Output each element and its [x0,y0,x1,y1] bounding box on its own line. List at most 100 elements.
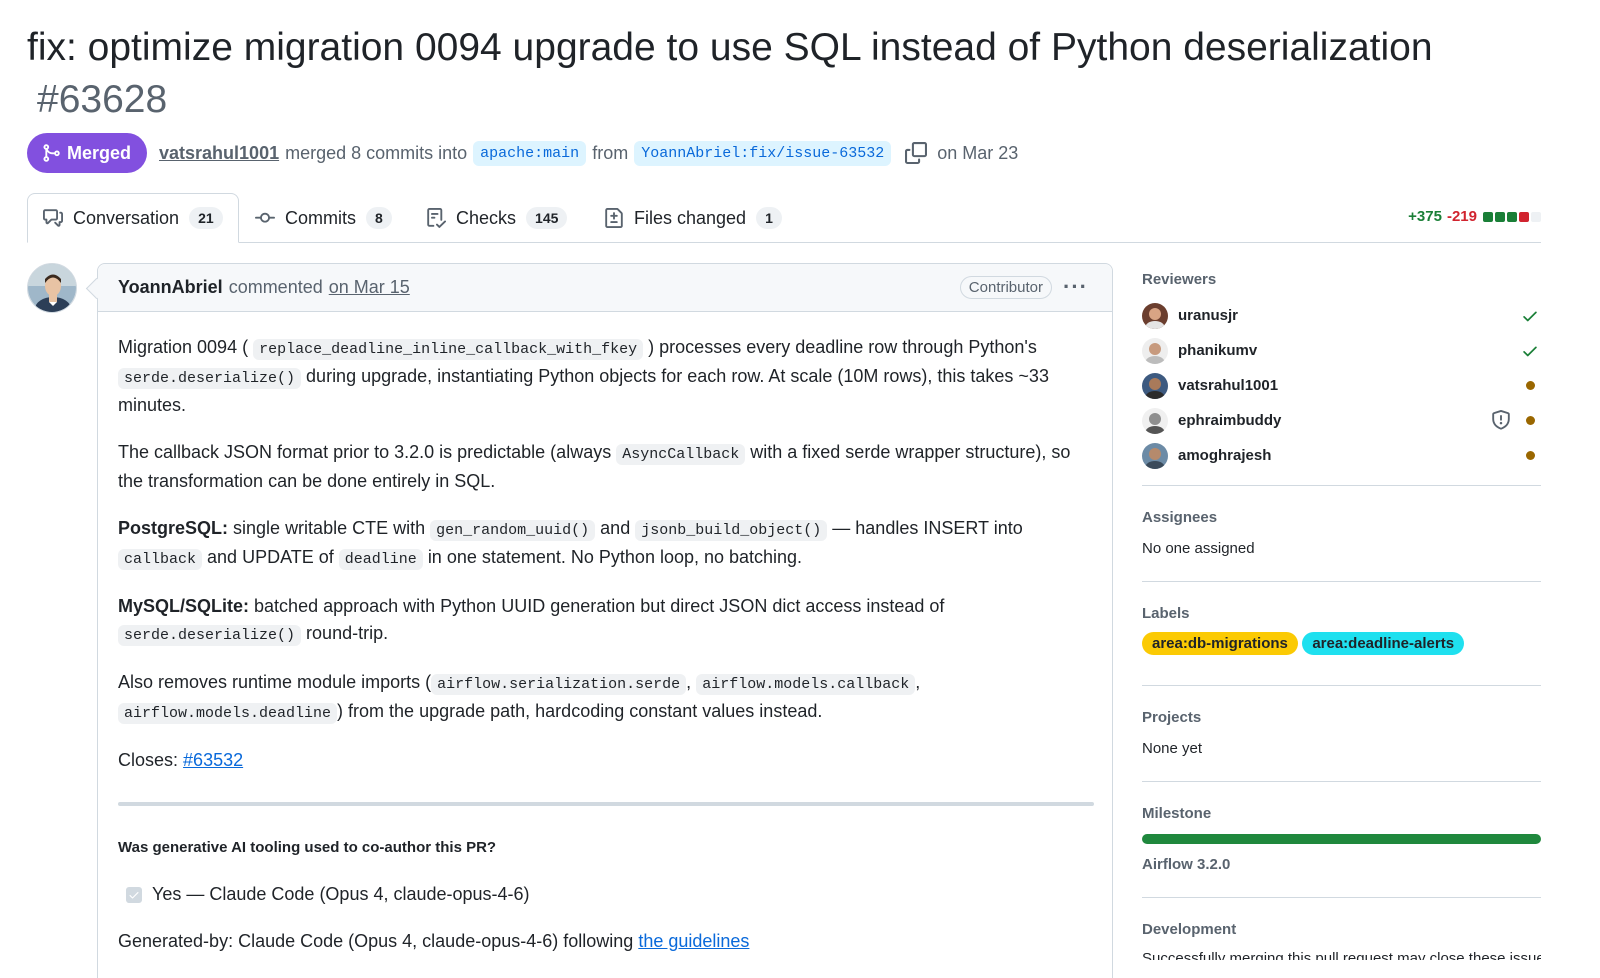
paragraph-migration: Migration 0094 ( replace_deadline_inline… [118,334,1094,419]
check-icon [1523,311,1537,322]
merger-link[interactable]: vatsrahul1001 [159,143,279,164]
reviewer-row[interactable]: phanikumv [1142,333,1541,368]
inline-code: deadline [338,549,423,570]
merged-state-badge: Merged [27,133,148,173]
development-heading[interactable]: Development [1142,921,1541,938]
reviewer-name: ephraimbuddy [1178,412,1282,429]
inline-code: AsyncCallback [616,444,746,465]
comment-header: YoannAbriel commented on Mar 15 Contribu… [98,264,1112,312]
tab-conversation[interactable]: Conversation 21 [27,193,239,243]
more-options-icon[interactable]: ··· [1063,274,1088,300]
milestone-progress-bar [1142,834,1541,844]
text: Generated-by: Claude Code (Opus 4, claud… [118,931,634,951]
base-branch[interactable]: apache:main [473,140,587,166]
text: batched approach with Python UUID genera… [254,596,945,616]
comment-date[interactable]: on Mar 15 [329,277,410,298]
copy-icon[interactable] [905,142,928,164]
diffstat-block-add [1495,211,1505,222]
merged-text: merged 8 commits into [285,142,468,163]
inline-code: airflow.models.deadline [118,703,338,724]
comment-discussion-icon [43,209,63,227]
comment-author-avatar[interactable] [27,263,77,313]
projects-heading[interactable]: Projects [1142,709,1541,726]
diffstat: +375 -219 [1408,208,1541,225]
reviewer-avatar [1142,442,1168,469]
tab-commits[interactable]: Commits 8 [255,193,392,243]
paragraph-postgresql: PostgreSQL: single writable CTE with gen… [118,515,1094,573]
label-db-migrations[interactable]: area:db-migrations [1142,632,1298,655]
pending-review-dot [1526,381,1535,390]
reviewer-row[interactable]: vatsrahul1001 [1142,368,1541,403]
comment-body: Migration 0094 ( replace_deadline_inline… [118,334,1094,975]
text: , [915,672,921,692]
tab-checks[interactable]: Checks 145 [426,193,568,243]
tab-files-changed[interactable]: Files changed 1 [604,193,782,243]
text: in one statement. No Python loop, no bat… [427,547,803,567]
tab-commits-label: Commits [285,207,356,228]
code-owner-shield-icon [1492,410,1510,430]
pr-title: fix: optimize migration 0094 upgrade to … [27,22,1507,126]
pending-review-dot [1526,416,1535,425]
pr-tabs: Conversation 21 Commits 8 Checks 145 Fil… [27,193,1541,243]
assignees-section: Assignees No one assigned [1142,486,1541,582]
text: Also removes runtime module imports ( [118,672,432,692]
reviewer-row[interactable]: ephraimbuddy [1142,403,1541,438]
inline-code: airflow.models.callback [696,674,916,695]
paragraph-callback-format: The callback JSON format prior to 3.2.0 … [118,439,1094,495]
bold-text: MySQL/SQLite: [118,596,250,616]
merged-state-label: Merged [67,142,132,163]
inline-code: gen_random_uuid() [430,520,596,541]
text: The callback JSON format prior to 3.2.0 … [118,442,612,462]
pr-meta: Merged vatsrahul1001 merged 8 commits in… [27,133,1018,173]
inline-code: callback [118,549,203,570]
checklist-icon [427,208,446,228]
divider [118,802,1094,806]
check-icon [1523,346,1537,357]
pr-sidebar: Reviewers uranusjr phanikumv vatsrahul10… [1142,263,1541,960]
tab-files-count: 1 [756,207,782,229]
pr-description-comment: YoannAbriel commented on Mar 15 Contribu… [97,263,1113,978]
contributor-badge: Contributor [959,276,1052,299]
diffstat-block-del [1519,211,1529,222]
text: single writable CTE with [233,518,426,538]
development-section: Development Successfully merging this pu… [1142,898,1541,960]
labels-section: Labels area:db-migrations area:deadline-… [1142,582,1541,686]
guidelines-link[interactable]: the guidelines [638,931,749,951]
reviewers-section: Reviewers uranusjr phanikumv vatsrahul10… [1142,263,1541,486]
reviewer-row[interactable]: amoghrajesh [1142,438,1541,473]
text: ) processes every deadline row through P… [648,337,1037,357]
closes-issue-link[interactable]: #63532 [183,750,243,770]
milestone-name[interactable]: Airflow 3.2.0 [1142,856,1541,873]
text: Migration 0094 ( [118,337,249,357]
head-branch[interactable]: YoannAbriel:fix/issue-63532 [634,140,892,166]
text: — handles INSERT into [832,518,1023,538]
git-merge-icon [43,144,60,162]
assignees-value: No one assigned [1142,540,1255,557]
reviewer-avatar [1142,337,1168,364]
text: ) from the upgrade path, hardcoding cons… [337,701,823,721]
diffstat-additions: +375 [1408,208,1442,225]
ai-tooling-question: Was generative AI tooling used to co-aut… [118,839,497,856]
tab-files-label: Files changed [634,207,747,228]
tab-commits-count: 8 [366,207,392,229]
pending-review-dot [1526,451,1535,460]
paragraph-closes: Closes: #63532 [118,747,1094,774]
diffstat-block-add [1483,211,1493,222]
assignees-heading[interactable]: Assignees [1142,509,1541,526]
comment-verb: commented [228,277,323,297]
labels-heading[interactable]: Labels [1142,605,1541,622]
pr-title-text: fix: optimize migration 0094 upgrade to … [27,26,1433,69]
inline-code: serde.deserialize() [118,368,302,389]
reviewer-avatar [1142,302,1168,329]
reviewer-row[interactable]: uranusjr [1142,298,1541,333]
tab-checks-label: Checks [456,207,517,228]
closes-label: Closes: [118,750,179,770]
tab-conversation-label: Conversation [73,207,180,228]
reviewer-avatar [1142,372,1168,399]
checkbox[interactable] [126,886,142,903]
reviewers-heading[interactable]: Reviewers [1142,271,1541,288]
label-deadline-alerts[interactable]: area:deadline-alerts [1302,632,1465,655]
milestone-heading[interactable]: Milestone [1142,805,1541,822]
text: , [686,672,692,692]
comment-author[interactable]: YoannAbriel [118,277,223,298]
